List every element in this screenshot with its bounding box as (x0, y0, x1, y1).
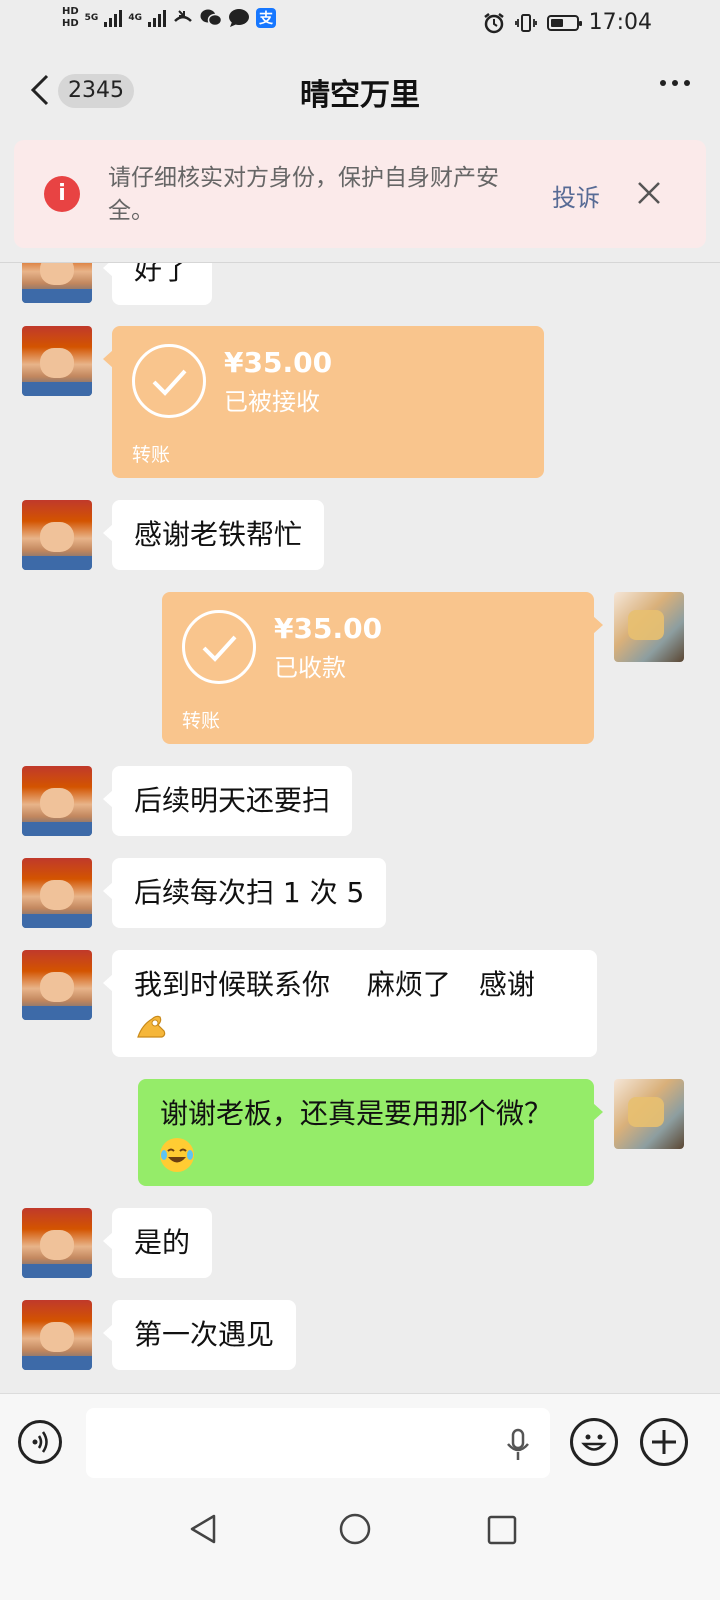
message-bubble[interactable]: 第一次遇见 (102, 1300, 297, 1370)
input-bar (0, 1393, 720, 1492)
transfer-amount: ¥35.00 (224, 346, 333, 379)
nav-home-icon[interactable] (338, 1512, 372, 1546)
contact-avatar[interactable] (22, 500, 92, 570)
security-warning-banner: i 请仔细核实对方身份，保护自身财产安全。 投诉 (14, 140, 706, 248)
transfer-status: 已收款 (274, 654, 346, 682)
message-input[interactable] (86, 1408, 550, 1478)
nav-back-icon[interactable] (186, 1512, 220, 1546)
message-text: 好了 (134, 263, 191, 286)
missed-call-icon (172, 7, 194, 29)
more-button[interactable] (660, 80, 690, 86)
ok-hand-emoji-icon (137, 1015, 166, 1038)
emoji-button[interactable] (570, 1418, 618, 1466)
self-avatar[interactable] (614, 1079, 684, 1149)
more-dot (684, 80, 690, 86)
message-text: 后续每次扫 1 次 5 (134, 876, 365, 909)
battery-fill (550, 18, 563, 27)
contact-avatar[interactable] (22, 1300, 92, 1370)
hd1-label: HD (62, 6, 79, 17)
chat-title: 晴空万里 (300, 78, 420, 113)
message-text: 我到时候联系你 麻烦了 感谢 (134, 968, 535, 1001)
contact-avatar[interactable] (22, 766, 92, 836)
warning-icon: i (44, 176, 80, 212)
status-bar: HD HD 5G 4G 支 17:04 (0, 0, 720, 48)
wechat-icon (200, 7, 222, 29)
message-text: 后续明天还要扫 (134, 784, 331, 817)
alipay-icon: 支 (255, 8, 276, 28)
checkmark-icon (132, 344, 206, 418)
contact-avatar[interactable] (22, 1208, 92, 1278)
voice-wave-icon (32, 1431, 48, 1453)
self-avatar[interactable] (614, 592, 684, 662)
message-bubble[interactable]: 谢谢老板，还真是要用那个微？ (138, 1079, 603, 1186)
message-icon (228, 7, 250, 29)
message-bubble[interactable]: 是的 (102, 1208, 213, 1278)
transfer-amount: ¥35.00 (274, 612, 383, 645)
alarm-icon (483, 12, 505, 34)
message-bubble[interactable]: 好了 (102, 263, 213, 305)
tears-of-joy-emoji-icon (160, 1138, 194, 1172)
transfer-label: 转账 (132, 444, 171, 466)
hd-indicator: HD HD (62, 6, 79, 30)
message-bubble[interactable]: 我到时候联系你 麻烦了 感谢 (103, 950, 597, 1057)
voice-input-button[interactable] (18, 1420, 62, 1464)
message-text: 感谢老铁帮忙 (134, 518, 303, 551)
signal2-label: 4G (128, 13, 142, 23)
transfer-label: 转账 (182, 710, 221, 732)
more-dot (660, 80, 666, 86)
system-navigation-bar (0, 1492, 720, 1600)
complain-link[interactable]: 投诉 (552, 178, 600, 213)
status-left: HD HD 5G 4G 支 (62, 6, 276, 30)
contact-avatar[interactable] (22, 263, 92, 303)
microphone-icon[interactable] (504, 1428, 532, 1462)
nav-recent-apps-icon[interactable] (486, 1514, 518, 1546)
signal2-icon (147, 9, 166, 27)
message-bubble[interactable]: 感谢老铁帮忙 (102, 500, 325, 570)
warning-text: 请仔细核实对方身份，保护自身财产安全。 (108, 165, 499, 224)
transfer-card[interactable]: ¥35.00 已被接收 转账 (103, 326, 544, 478)
message-text: 是的 (134, 1226, 191, 1259)
transfer-card[interactable]: ¥35.00 已收款 转账 (162, 592, 603, 744)
message-bubble[interactable]: 后续明天还要扫 (102, 766, 353, 836)
plus-icon (652, 1430, 676, 1454)
transfer-status: 已被接收 (224, 388, 320, 416)
hd2-label: HD (62, 18, 79, 29)
message-text: 谢谢老板，还真是要用那个微？ (160, 1097, 553, 1130)
more-dot (672, 80, 678, 86)
clock: 17:04 (588, 10, 652, 35)
chat-header: 2345 晴空万里 (0, 48, 720, 132)
checkmark-icon (182, 610, 256, 684)
signal1-icon (104, 9, 123, 27)
contact-avatar[interactable] (22, 858, 92, 928)
close-icon[interactable] (636, 180, 662, 206)
status-right: 17:04 (483, 10, 652, 35)
smiley-icon (581, 1434, 607, 1451)
more-functions-button[interactable] (640, 1418, 688, 1466)
signal1-label: 5G (84, 13, 99, 23)
battery-icon (546, 14, 582, 31)
chat-messages[interactable]: 好了 ¥35.00 已被接收 转账 感谢老铁帮忙 ¥35.00 已收款 转账 后… (0, 263, 720, 1393)
message-text: 第一次遇见 (134, 1318, 275, 1351)
message-bubble[interactable]: 后续每次扫 1 次 5 (102, 858, 387, 928)
contact-avatar[interactable] (22, 326, 92, 396)
vibrate-icon (514, 12, 537, 34)
contact-avatar[interactable] (22, 950, 92, 1020)
